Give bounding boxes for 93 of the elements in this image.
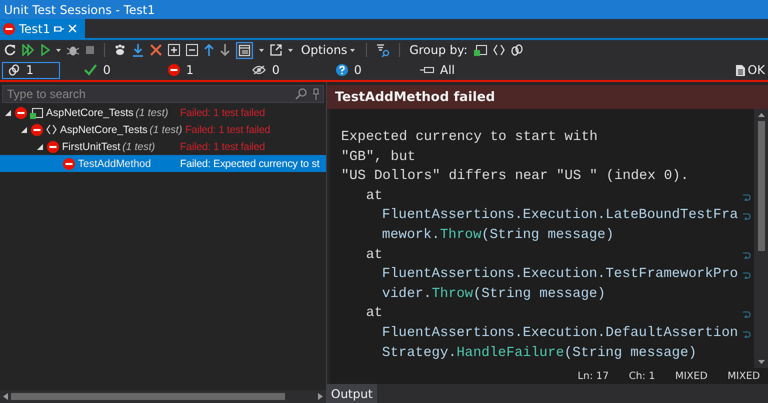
search-field[interactable]: Type to search: [2, 85, 324, 103]
layout-icon[interactable]: [236, 42, 253, 58]
test-name: AspNetCore_Tests: [46, 106, 134, 118]
output-line: at: [365, 246, 383, 265]
filter-all-button[interactable]: All: [414, 62, 490, 78]
delete-icon[interactable]: [150, 44, 162, 56]
failed-icon: [47, 140, 59, 152]
status-item: MIXED: [728, 370, 760, 382]
output-line: mework.Throw(String message): [381, 226, 614, 245]
link-icon[interactable]: [510, 44, 523, 56]
test-name: FirstUnitTest: [62, 140, 120, 152]
run-all-icon[interactable]: [22, 44, 35, 56]
caret-icon[interactable]: [259, 48, 264, 52]
test-count: (1 test): [136, 106, 168, 118]
test-count: (1 test): [150, 124, 182, 136]
search-icon[interactable]: [295, 88, 307, 100]
test-count: (1 test): [122, 140, 156, 152]
filter-search-icon[interactable]: [376, 43, 390, 57]
filter-ignored-button[interactable]: 0: [246, 62, 322, 78]
refresh-icon[interactable]: [4, 44, 16, 56]
status-item: Ln: 17: [578, 370, 609, 382]
horizontal-scrollbar[interactable]: [0, 390, 326, 403]
filter-session-button[interactable]: 1: [2, 62, 60, 78]
document-icon: [736, 64, 745, 76]
output-line: "GB", but: [341, 148, 416, 167]
check-icon: [84, 64, 97, 76]
output-tab[interactable]: Output: [327, 384, 377, 403]
caret-icon[interactable]: [288, 48, 293, 52]
stop-icon[interactable]: [85, 45, 95, 55]
paw-icon[interactable]: [114, 44, 126, 56]
failed-icon: [3, 22, 15, 34]
pin-all-icon: [420, 65, 434, 75]
caret-icon[interactable]: [56, 48, 61, 52]
vertical-scrollbar[interactable]: [754, 109, 768, 368]
output-line: Expected currency to start with: [341, 129, 598, 147]
scroll-up-icon[interactable]: [758, 113, 764, 117]
failed-icon: [31, 124, 43, 136]
window-title: Unit Test Sessions - Test1: [0, 0, 768, 19]
output-line: vider.Throw(String message): [381, 286, 606, 304]
scroll-down-icon[interactable]: [758, 360, 764, 364]
failed-icon: [15, 106, 27, 118]
collapse-all-icon[interactable]: [186, 44, 198, 56]
output-line: at: [365, 188, 383, 206]
result-label: OK: [748, 63, 765, 77]
ignored-eye-icon: [252, 65, 266, 75]
output-line: FluentAssertions.Execution.DefaultAssertion: [381, 324, 738, 343]
test-status: Failed: 1 test failed: [180, 106, 265, 118]
scroll-right-icon[interactable]: [318, 393, 323, 400]
output-line: Strategy.HandleFailure(String message): [381, 344, 697, 363]
output-line: "US Dollors" differs near "US " (index 0).: [341, 168, 689, 186]
expander-icon[interactable]: [36, 142, 44, 150]
status-item: MIXED: [675, 370, 708, 382]
test-status: Failed: 1 test failed: [180, 140, 265, 152]
tree-row[interactable]: AspNetCore_Tests (1 test) Failed: 1 test failed: [0, 121, 326, 138]
failed-icon: [63, 158, 75, 170]
tree-row[interactable]: AspNetCore_Tests (1 test) Failed: 1 test failed: [0, 104, 326, 121]
run-icon[interactable]: [41, 44, 50, 56]
session-tab[interactable]: Test1: [0, 19, 86, 38]
test-status: Failed: 1 test failed: [185, 124, 270, 136]
project-icon: [30, 106, 43, 118]
test-name: TestAddMethod: [78, 158, 151, 170]
tree-row[interactable]: FirstUnitTest (1 test) Failed: 1 test failed: [0, 138, 326, 155]
details-title: TestAddMethod failed: [327, 85, 768, 109]
scroll-left-icon[interactable]: [3, 393, 8, 400]
expand-all-icon[interactable]: [168, 44, 180, 56]
up-arrow-icon[interactable]: [204, 44, 214, 56]
output-line: FluentAssertions.Execution.TestFrameworkPro: [381, 266, 738, 284]
help-icon: [336, 64, 348, 76]
filter-passed-button[interactable]: 0: [78, 62, 154, 78]
output-line: FluentAssertions.Execution.LateBoundTestFra: [381, 207, 738, 226]
expander-icon[interactable]: [20, 126, 28, 134]
braces-icon[interactable]: [492, 44, 505, 56]
down-arrow-icon[interactable]: [220, 44, 230, 56]
download-icon[interactable]: [132, 44, 144, 56]
filter-failed-button[interactable]: 1: [162, 62, 238, 78]
test-status: Failed: Expected currency to st: [180, 158, 320, 170]
tree-row[interactable]: TestAddMethod Failed: Expected currency to st: [0, 155, 326, 172]
options-button[interactable]: Options: [299, 41, 358, 59]
filter-unknown-button[interactable]: 0: [330, 62, 406, 78]
expander-icon[interactable]: [4, 108, 12, 116]
output-line: at: [365, 305, 383, 324]
session-icon: [8, 64, 20, 76]
status-item: Ch: 1: [628, 370, 656, 382]
caret-icon: [350, 48, 356, 52]
test-name: AspNetCore_Tests: [60, 124, 148, 136]
close-icon[interactable]: [68, 24, 78, 33]
export-icon[interactable]: [270, 44, 282, 56]
failed-icon: [168, 64, 180, 76]
bug-icon[interactable]: [67, 44, 79, 56]
pin-icon[interactable]: [313, 88, 319, 100]
braces-icon: [46, 124, 57, 135]
project-icon[interactable]: [474, 44, 487, 56]
group-by-label: Group by:: [409, 43, 468, 57]
